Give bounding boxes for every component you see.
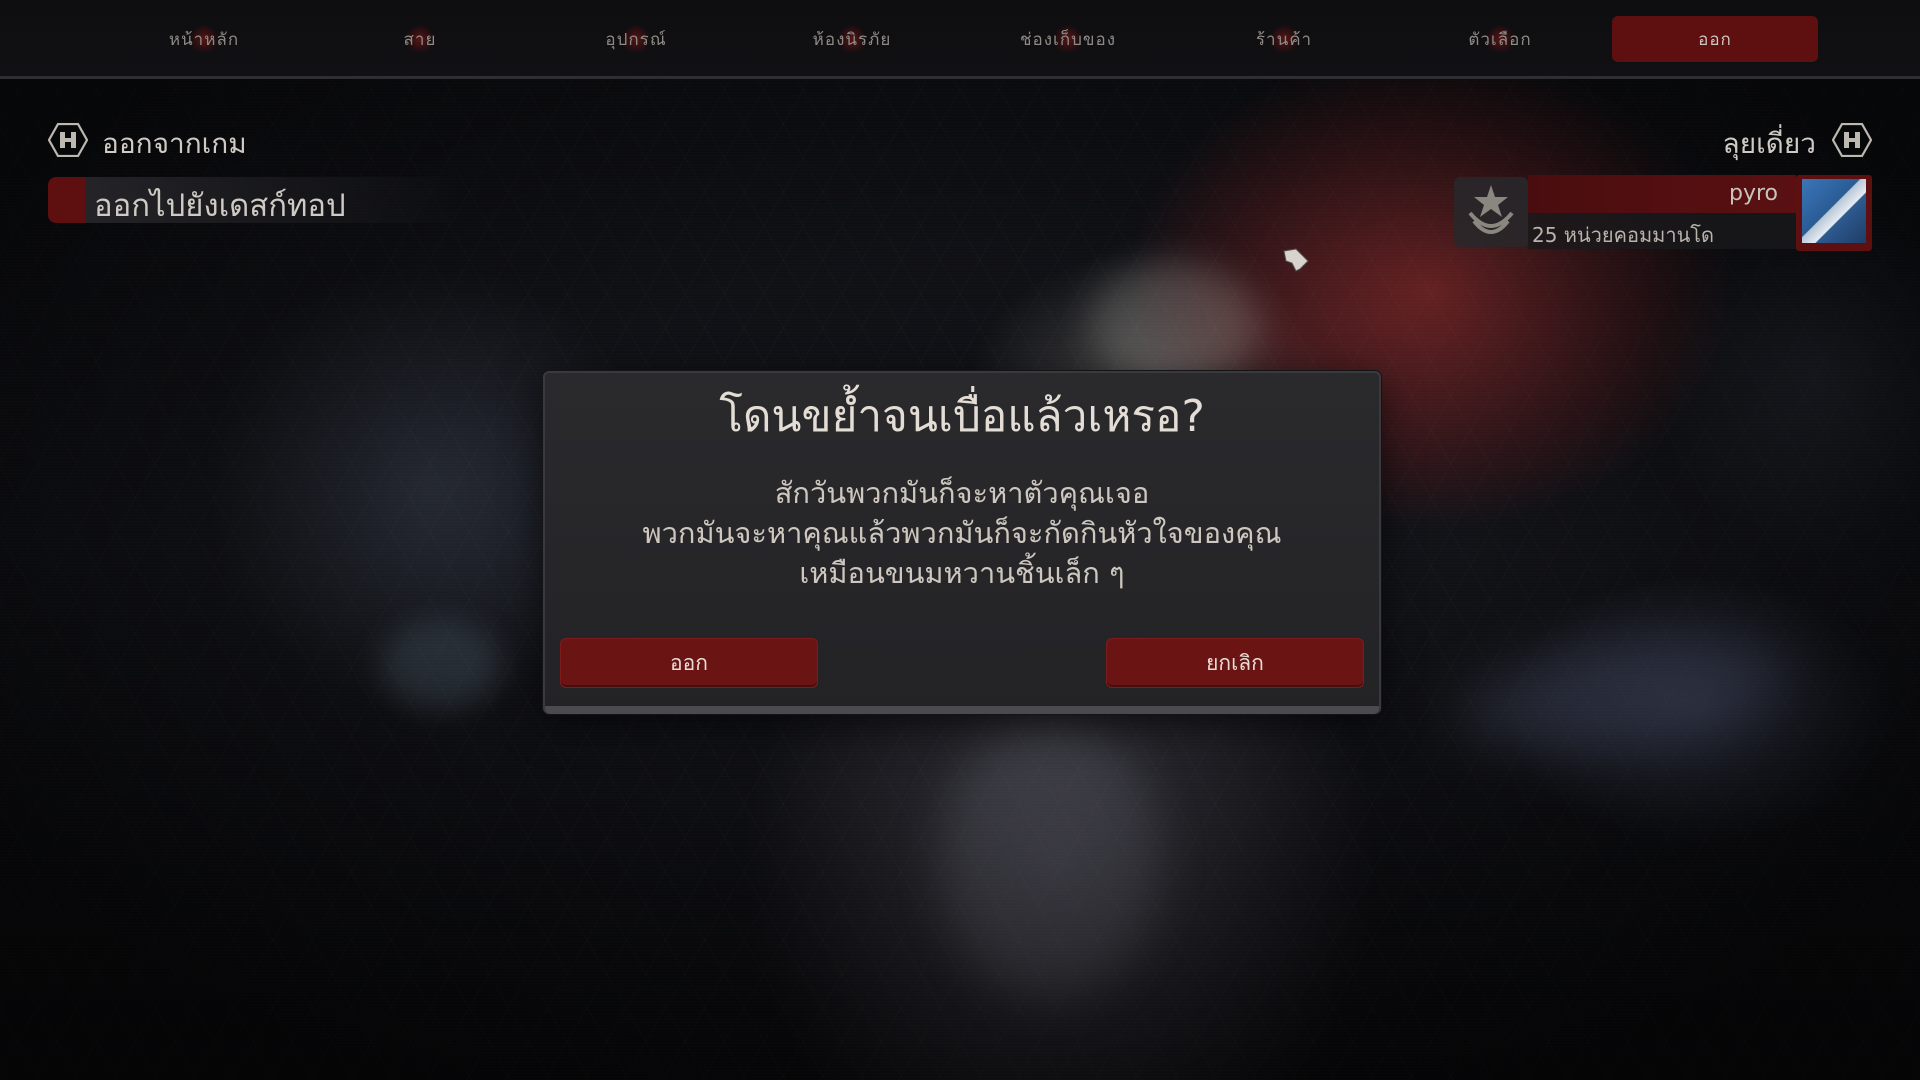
nav-item-equipment[interactable]: อุปกรณ์ bbox=[536, 16, 736, 62]
nav-item-lines[interactable]: สาย bbox=[320, 16, 520, 62]
nav-item-label: อุปกรณ์ bbox=[605, 29, 667, 50]
dialog-title: โดนขย้ำจนเบื่อแล้วเหรอ? bbox=[719, 391, 1205, 442]
gamepad-right-bumper-icon bbox=[1832, 123, 1872, 157]
nav-item-label: ตัวเลือก bbox=[1468, 29, 1532, 50]
nav-item-store[interactable]: ร้านค้า bbox=[1184, 16, 1384, 62]
confirm-exit-button[interactable]: ออก bbox=[560, 638, 818, 688]
commando-credits: 25 หน่วยคอมมานโด bbox=[1532, 223, 1715, 247]
gamepad-left-bumper-icon bbox=[48, 123, 88, 157]
player-name: pyro bbox=[1728, 181, 1778, 206]
pointer-cursor-icon bbox=[1283, 248, 1309, 272]
dialog-message-line: เหมือนขนมหวานชิ้นเล็ก ๆ bbox=[799, 556, 1125, 590]
solo-play-label: ลุยเดี่ยว bbox=[1722, 127, 1816, 160]
dialog-message: สักวันพวกมันก็จะหาตัวคุณเจอ พวกมันจะหาคุ… bbox=[545, 473, 1379, 593]
nav-item-label: ห้องนิรภัย bbox=[812, 29, 892, 50]
avatar-image bbox=[1802, 179, 1866, 243]
exit-game-label: ออกจากเกม bbox=[102, 127, 247, 160]
quit-confirm-dialog: โดนขย้ำจนเบื่อแล้วเหรอ? สักวันพวกมันก็จะ… bbox=[543, 371, 1381, 714]
nav-item-options[interactable]: ตัวเลือก bbox=[1400, 16, 1600, 62]
avatar bbox=[1796, 175, 1872, 251]
top-nav: หน้าหลัก สาย อุปกรณ์ ห้องนิรภัย ช่องเก็บ… bbox=[0, 0, 1920, 79]
nav-item-home[interactable]: หน้าหลัก bbox=[104, 16, 304, 62]
nav-item-label: ออก bbox=[1698, 29, 1732, 50]
cancel-button[interactable]: ยกเลิก bbox=[1106, 638, 1364, 688]
nav-item-label: ร้านค้า bbox=[1255, 29, 1313, 50]
player-profile-card[interactable]: pyro 25 หน่วยคอมมานโด bbox=[1454, 175, 1872, 251]
rank-star-icon bbox=[1468, 185, 1514, 234]
exit-to-desktop-button[interactable]: ออกไปยังเดสก์ทอป bbox=[48, 177, 468, 224]
nav-item-label: สาย bbox=[403, 29, 437, 50]
nav-item-inventory[interactable]: ช่องเก็บของ bbox=[968, 16, 1168, 62]
nav-item-exit[interactable]: ออก bbox=[1612, 16, 1818, 62]
rank-badge bbox=[1454, 177, 1528, 247]
dialog-message-line: สักวันพวกมันก็จะหาตัวคุณเจอ bbox=[774, 476, 1150, 510]
nav-item-safe-room[interactable]: ห้องนิรภัย bbox=[752, 16, 952, 62]
dialog-message-line: พวกมันจะหาคุณแล้วพวกมันก็จะกัดกินหัวใจขอ… bbox=[642, 516, 1282, 550]
exit-to-desktop-label: ออกไปยังเดสก์ทอป bbox=[94, 188, 346, 224]
nav-item-label: หน้าหลัก bbox=[168, 29, 240, 50]
nav-item-label: ช่องเก็บของ bbox=[1019, 29, 1117, 50]
